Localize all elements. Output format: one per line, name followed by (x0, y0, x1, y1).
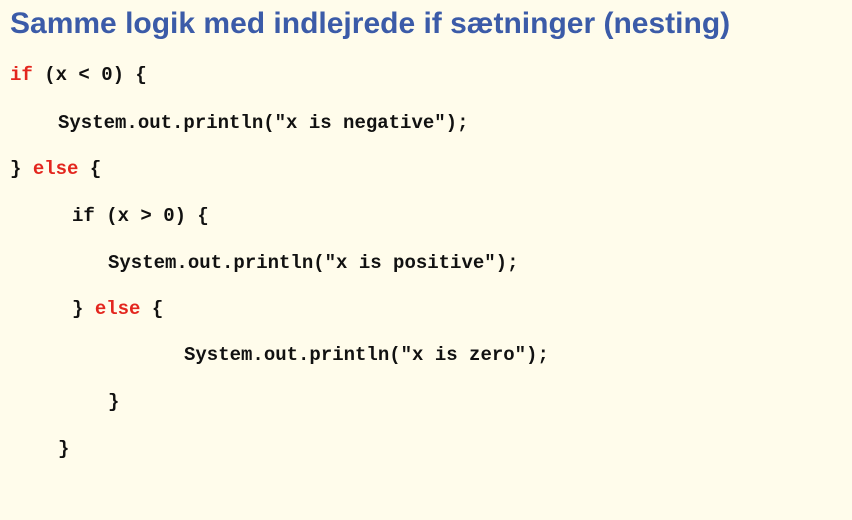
code-text: { (78, 158, 102, 180)
code-line-4: if (x > 0) { (72, 205, 209, 227)
code-text: (x < 0) { (32, 64, 147, 86)
slide: Samme logik med indlejrede if sætninger … (0, 0, 852, 520)
keyword-else: else (94, 298, 141, 320)
code-line-6: } else { (72, 296, 163, 322)
code-text: { (140, 298, 164, 320)
keyword-else: else (32, 158, 79, 180)
code-text: } (10, 158, 33, 180)
code-line-8: } (108, 391, 120, 413)
code-line-1: if (x < 0) { (10, 62, 147, 88)
code-line-7: System.out.println("x is zero"); (184, 344, 549, 366)
code-line-2: System.out.println("x is negative"); (58, 112, 469, 134)
code-line-3: } else { (10, 156, 101, 182)
code-line-5: System.out.println("x is positive"); (108, 252, 519, 274)
slide-title: Samme logik med indlejrede if sætninger … (10, 7, 731, 40)
keyword-if: if (10, 64, 33, 86)
code-text: } (72, 298, 95, 320)
code-line-9: } (58, 438, 70, 460)
